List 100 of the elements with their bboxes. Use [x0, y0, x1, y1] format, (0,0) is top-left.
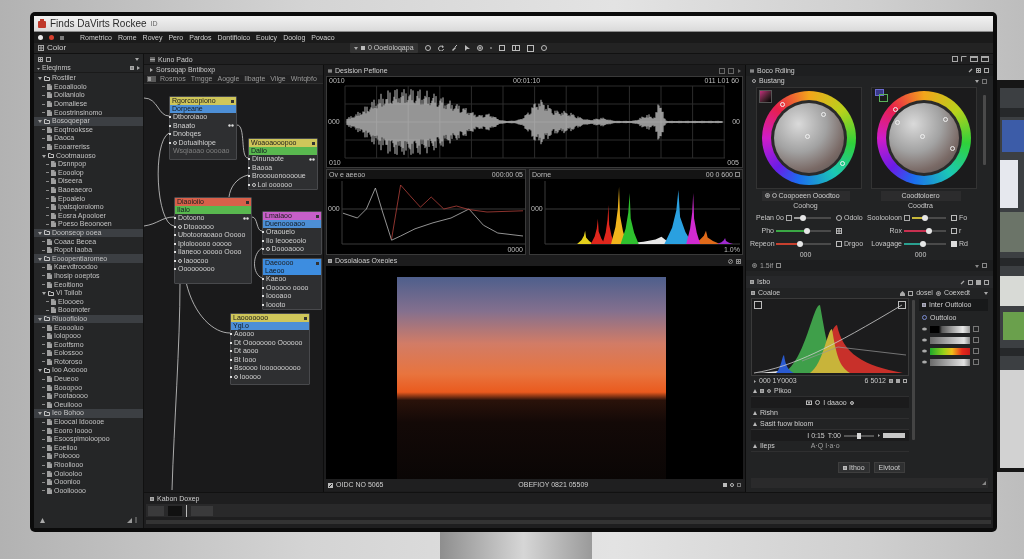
- socket-icon[interactable]: [261, 248, 264, 251]
- circle-icon[interactable]: [234, 374, 238, 379]
- socket-icon[interactable]: [173, 225, 176, 228]
- socket-icon[interactable]: [247, 166, 250, 169]
- value-field[interactable]: [883, 433, 905, 438]
- scrollbar[interactable]: [912, 300, 915, 440]
- slider-thumb[interactable]: [926, 227, 933, 234]
- caret-icon[interactable]: [984, 291, 988, 295]
- slider-track[interactable]: [844, 434, 874, 437]
- status-field[interactable]: [751, 478, 988, 488]
- socket-icon[interactable]: [229, 333, 232, 336]
- corner-icon[interactable]: [127, 517, 132, 523]
- circle-icon[interactable]: [836, 214, 842, 221]
- socket-icon[interactable]: [173, 268, 176, 271]
- output-socket-icon[interactable]: [309, 157, 315, 161]
- circle-icon[interactable]: [730, 483, 734, 487]
- corner-bracket-icon[interactable]: [961, 56, 967, 62]
- socket-icon[interactable]: [229, 358, 232, 361]
- pencil-icon[interactable]: [960, 279, 965, 285]
- color-wheel[interactable]: [877, 91, 971, 185]
- slider-thumb[interactable]: [796, 240, 803, 247]
- plus-icon[interactable]: [849, 400, 854, 405]
- pencil-icon[interactable]: [968, 68, 973, 73]
- socket-icon[interactable]: [247, 183, 250, 186]
- circle-icon[interactable]: [178, 258, 182, 263]
- pointer-icon[interactable]: [463, 45, 470, 51]
- window-icon[interactable]: [970, 56, 978, 62]
- square-icon[interactable]: [231, 99, 234, 103]
- grid-icon[interactable]: [736, 258, 741, 264]
- window-icon[interactable]: [981, 56, 989, 62]
- panel-icon[interactable]: [147, 76, 156, 82]
- square-icon[interactable]: [903, 379, 907, 383]
- circle-icon[interactable]: [424, 45, 431, 51]
- house-icon[interactable]: [900, 290, 906, 296]
- socket-icon[interactable]: [247, 158, 250, 161]
- caret-icon[interactable]: [975, 79, 979, 83]
- ellipse-icon[interactable]: [922, 338, 927, 342]
- socket-icon[interactable]: [229, 341, 232, 344]
- socket-icon[interactable]: [261, 231, 264, 234]
- square-icon[interactable]: [312, 141, 315, 145]
- caret-icon[interactable]: [753, 379, 756, 383]
- socket-icon[interactable]: [173, 234, 176, 237]
- collapse-caret-icon[interactable]: [753, 389, 757, 393]
- grid-icon[interactable]: [976, 68, 981, 73]
- square-icon[interactable]: [304, 316, 307, 320]
- camera-icon[interactable]: [806, 400, 813, 405]
- slider-track[interactable]: [793, 216, 831, 219]
- caret-icon[interactable]: [975, 263, 979, 268]
- circle-icon[interactable]: [540, 45, 547, 51]
- circle-icon[interactable]: [266, 247, 270, 252]
- slider-thumb[interactable]: [857, 432, 861, 439]
- split-square-icon[interactable]: [511, 45, 520, 51]
- socket-icon[interactable]: [168, 124, 171, 127]
- curve-point-icon[interactable]: [898, 301, 906, 309]
- brush-icon[interactable]: [450, 45, 457, 51]
- slider-track[interactable]: [776, 242, 831, 245]
- grid-icon[interactable]: [150, 496, 154, 501]
- color-wheel[interactable]: [762, 91, 856, 185]
- circular-arrow-icon[interactable]: [437, 45, 444, 51]
- scrollbar[interactable]: [983, 95, 986, 165]
- grid-icon[interactable]: [836, 227, 842, 234]
- caret-icon[interactable]: [737, 68, 741, 73]
- timeline-clip[interactable]: [148, 505, 164, 516]
- slider-thumb[interactable]: [804, 227, 811, 234]
- circle-icon[interactable]: [815, 400, 821, 405]
- socket-icon[interactable]: [261, 278, 264, 281]
- socket-icon[interactable]: [173, 242, 176, 245]
- window-button[interactable]: [38, 35, 43, 40]
- circle-icon[interactable]: [178, 224, 182, 229]
- plus-icon[interactable]: [767, 389, 771, 393]
- socket-icon[interactable]: [173, 217, 176, 220]
- caret-icon[interactable]: [877, 434, 880, 437]
- socket-icon[interactable]: [229, 367, 232, 370]
- socket-icon[interactable]: [261, 239, 264, 242]
- menu-icon[interactable]: [328, 68, 332, 73]
- socket-icon[interactable]: [168, 133, 171, 136]
- socket-icon[interactable]: [247, 175, 250, 178]
- caret-icon[interactable]: [135, 57, 139, 61]
- slider-thumb[interactable]: [919, 240, 926, 247]
- socket-icon[interactable]: [261, 286, 264, 289]
- circle-icon[interactable]: [173, 140, 177, 145]
- curve-point-icon[interactable]: [754, 301, 762, 309]
- collapse-caret-icon[interactable]: [753, 422, 757, 426]
- slashed-circle-icon[interactable]: [728, 258, 733, 264]
- socket-icon[interactable]: [173, 259, 176, 262]
- socket-icon[interactable]: [229, 350, 232, 353]
- plus-icon[interactable]: [935, 290, 941, 296]
- slider-track[interactable]: [912, 216, 946, 219]
- slider-track[interactable]: [904, 229, 946, 232]
- slashed-square-icon[interactable]: [328, 482, 333, 488]
- socket-icon[interactable]: [168, 116, 171, 119]
- circle-icon[interactable]: [252, 182, 256, 187]
- socket-icon[interactable]: [261, 303, 264, 306]
- square-icon[interactable]: [951, 240, 957, 247]
- menu-icon[interactable]: [150, 56, 155, 62]
- ellipse-icon[interactable]: [922, 327, 927, 331]
- slider-thumb[interactable]: [800, 214, 807, 221]
- slider-track[interactable]: [904, 242, 946, 245]
- socket-icon[interactable]: [173, 251, 176, 254]
- ellipse-icon[interactable]: [922, 360, 927, 364]
